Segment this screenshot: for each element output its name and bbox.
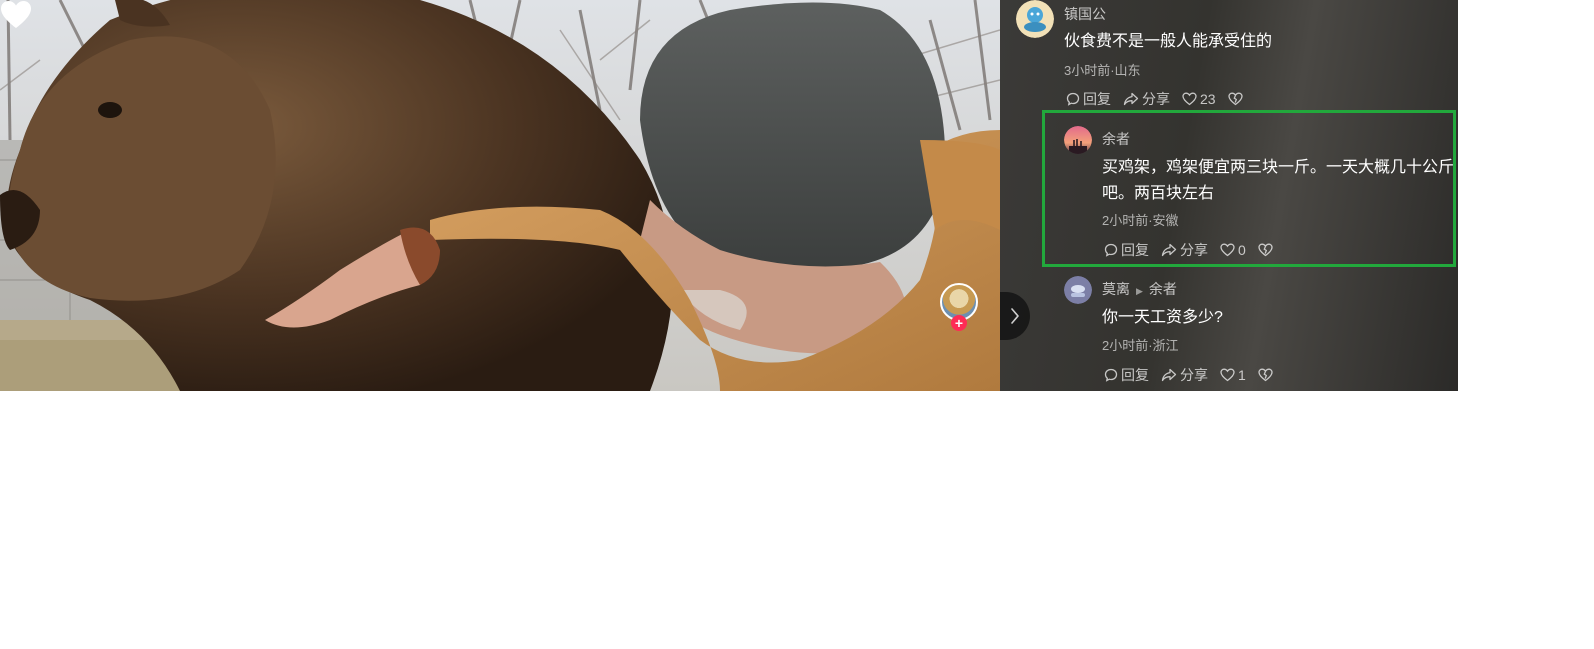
share-button[interactable]: 分享 bbox=[1123, 89, 1170, 109]
comment-username: 莫离 ▶ 余者 bbox=[1102, 279, 1177, 299]
highlight-box bbox=[1042, 110, 1456, 267]
comment-meta: 2小时前·浙江 bbox=[1102, 338, 1179, 353]
reply-target[interactable]: 余者 bbox=[1149, 281, 1177, 297]
dislike-button[interactable] bbox=[1258, 368, 1276, 382]
share-icon bbox=[1123, 92, 1139, 106]
reply-button[interactable]: 回复 bbox=[1066, 89, 1111, 109]
like-count: 1 bbox=[1238, 367, 1246, 383]
like-button[interactable]: 23 bbox=[1182, 91, 1216, 107]
like-heart-icon[interactable] bbox=[0, 0, 32, 30]
share-label: 分享 bbox=[1142, 91, 1170, 107]
reply-label: 回复 bbox=[1121, 367, 1149, 383]
share-icon bbox=[1161, 368, 1177, 382]
chevron-right-icon bbox=[1011, 308, 1019, 324]
comment-actions: 回复 分享 1 bbox=[1104, 365, 1288, 385]
user-avatar[interactable] bbox=[1064, 276, 1092, 304]
user-avatar[interactable] bbox=[1016, 0, 1054, 38]
heart-icon bbox=[1220, 368, 1235, 382]
comment-author[interactable]: 莫离 bbox=[1102, 281, 1130, 297]
comment-text: 伙食费不是一般人能承受住的 bbox=[1064, 33, 1273, 50]
reply-button[interactable]: 回复 bbox=[1104, 365, 1149, 385]
reply-label: 回复 bbox=[1083, 91, 1111, 107]
follow-button[interactable]: + bbox=[951, 315, 967, 331]
comment-username[interactable]: 镇国公 bbox=[1064, 4, 1106, 24]
dislike-button[interactable] bbox=[1227, 92, 1246, 106]
reply-icon bbox=[1066, 92, 1080, 106]
video-frame bbox=[0, 0, 1000, 391]
heart-icon bbox=[1182, 92, 1197, 106]
video-player[interactable]: + bbox=[0, 0, 1000, 391]
like-count: 23 bbox=[1200, 91, 1216, 107]
broken-heart-icon bbox=[1258, 368, 1273, 382]
share-button[interactable]: 分享 bbox=[1161, 365, 1208, 385]
comment-text: 你一天工资多少? bbox=[1102, 309, 1223, 326]
comment-meta: 3小时前·山东 bbox=[1064, 63, 1141, 78]
like-button[interactable]: 1 bbox=[1220, 367, 1246, 383]
reply-arrow-icon: ▶ bbox=[1136, 286, 1143, 296]
reply-icon bbox=[1104, 368, 1118, 382]
share-label: 分享 bbox=[1180, 367, 1208, 383]
comment-actions: 回复 分享 23 bbox=[1066, 89, 1258, 109]
broken-heart-icon bbox=[1227, 92, 1243, 106]
